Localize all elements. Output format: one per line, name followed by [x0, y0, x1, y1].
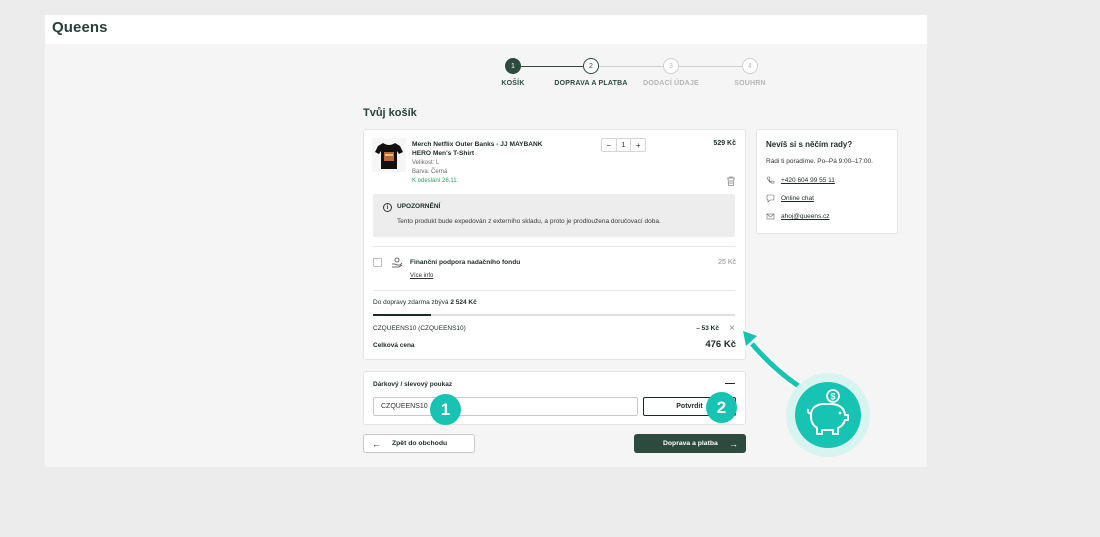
arrow-left-icon: ←: [372, 438, 381, 449]
applied-coupon: CZQUEENS10 (CZQUEENS10): [373, 325, 466, 332]
free-shipping-progress: [373, 314, 735, 316]
help-phone[interactable]: +420 604 99 55 11: [781, 177, 835, 184]
help-chat[interactable]: Online chat: [781, 195, 814, 202]
annotation-badge-2: 2: [706, 392, 737, 423]
total-label: Celková cena: [373, 342, 415, 349]
step-connector: [521, 66, 583, 67]
more-info-link[interactable]: Více info: [410, 273, 433, 279]
divider: [373, 246, 735, 247]
help-email[interactable]: ahoj@queens.cz: [781, 213, 830, 220]
piggy-bank-icon: $: [806, 389, 849, 435]
mail-icon: [766, 213, 775, 220]
help-chat-row[interactable]: Online chat: [766, 194, 814, 203]
step-connector: [679, 66, 742, 67]
svg-text:$: $: [830, 392, 835, 402]
free-shipping-progress-fill: [373, 314, 431, 316]
arrow-right-icon: →: [729, 438, 738, 449]
next-button-label: Doprava a platba: [663, 440, 718, 447]
step-1-circle[interactable]: 1: [505, 58, 521, 74]
coupon-discount: – 53 Kč: [696, 325, 719, 332]
product-image[interactable]: [372, 138, 406, 172]
quantity-stepper: − 1 +: [601, 138, 646, 152]
cart-title: Tvůj košík: [363, 107, 417, 119]
info-icon: i: [383, 203, 392, 212]
trash-icon[interactable]: [726, 176, 736, 186]
continue-shipping-button[interactable]: Doprava a platba →: [634, 434, 746, 453]
warning-notice: i UPOZORNĚNÍ Tento produkt bude expedová…: [373, 194, 735, 237]
voucher-collapse-button[interactable]: —: [725, 378, 735, 389]
fund-price: 25 Kč: [718, 259, 736, 266]
tshirt-icon: [375, 143, 403, 169]
back-to-shop-button[interactable]: ← Zpět do obchodu: [363, 434, 475, 453]
step-4-circle: 4: [742, 58, 758, 74]
step-connector: [599, 66, 663, 67]
piggy-bank-illustration: $: [786, 373, 870, 457]
quantity-plus-button[interactable]: +: [631, 139, 645, 151]
product-dispatch: K odeslání 26.11.: [412, 178, 459, 184]
notice-title: UPOZORNĚNÍ: [397, 203, 441, 210]
fund-checkbox[interactable]: [373, 258, 382, 267]
help-email-row[interactable]: ahoj@queens.cz: [766, 212, 830, 221]
product-color: Barva: Černá: [412, 169, 448, 175]
quantity-minus-button[interactable]: −: [602, 139, 616, 151]
divider: [373, 290, 735, 291]
charity-hand-icon: [392, 257, 403, 268]
fund-label: Finanční podpora nadačního fondu: [410, 259, 521, 266]
free-shipping-prefix: Do dopravy zdarma zbývá: [373, 299, 449, 306]
total-value: 476 Kč: [705, 339, 736, 350]
voucher-title: Dárkový / slevový poukaz: [373, 381, 453, 388]
chat-icon: [766, 194, 775, 203]
help-phone-row[interactable]: +420 604 99 55 11: [766, 176, 835, 185]
product-price: 529 Kč: [713, 140, 736, 147]
voucher-card: Dárkový / slevový poukaz — Potvrdit: [363, 371, 746, 425]
help-text: Rádi ti poradíme. Po–Pá 9:00–17:00.: [766, 158, 873, 165]
notice-text: Tento produkt bude expedován z externího…: [397, 218, 661, 225]
help-card: Nevíš si s něčím rady? Rádi ti poradíme.…: [756, 129, 898, 234]
phone-icon: [766, 176, 775, 184]
back-button-label: Zpět do obchodu: [392, 440, 448, 447]
step-3-circle: 3: [663, 58, 679, 74]
logo[interactable]: Queens: [52, 19, 108, 36]
cart-card: Merch Netflix Outer Banks - JJ MAYBANK H…: [363, 129, 746, 360]
voucher-input[interactable]: [373, 397, 638, 416]
product-name[interactable]: Merch Netflix Outer Banks - JJ MAYBANK H…: [412, 140, 552, 158]
header: Queens: [45, 15, 927, 44]
help-title: Nevíš si s něčím rady?: [766, 140, 853, 149]
annotation-badge-1: 1: [430, 394, 461, 425]
product-size: Velikost: L: [412, 160, 440, 166]
free-shipping-amount: 2 524 Kč: [450, 299, 477, 306]
quantity-value[interactable]: 1: [615, 139, 632, 151]
free-shipping-text: Do dopravy zdarma zbývá 2 524 Kč: [373, 299, 477, 306]
step-4-label: SOUHRN: [734, 80, 766, 87]
step-2-circle[interactable]: 2: [583, 58, 599, 74]
